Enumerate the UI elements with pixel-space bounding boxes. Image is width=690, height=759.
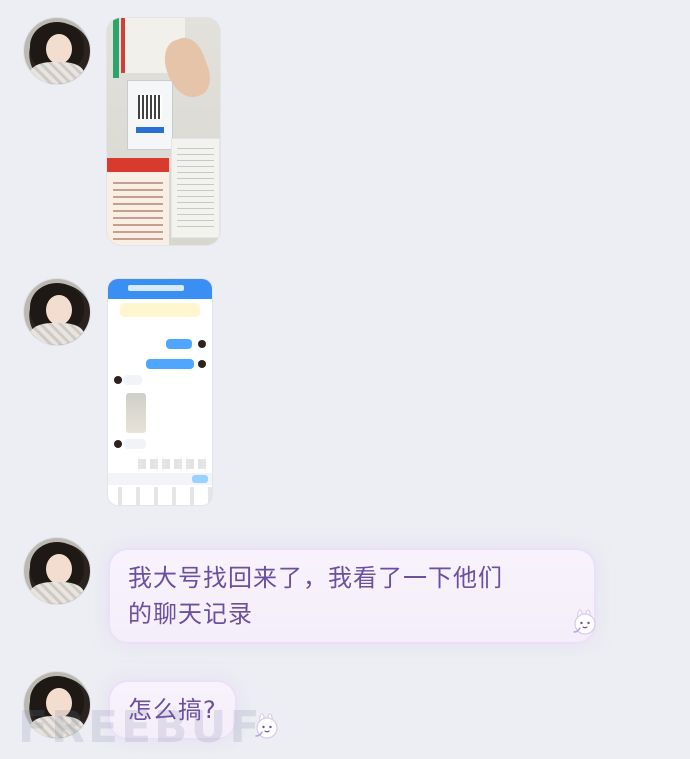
screenshot-mini-avatar bbox=[198, 340, 206, 348]
bunny-sticker-icon bbox=[568, 604, 602, 638]
avatar[interactable] bbox=[24, 279, 90, 345]
avatar-face bbox=[46, 688, 72, 718]
screenshot-bubble-gray bbox=[124, 439, 146, 449]
avatar-scarf bbox=[30, 582, 84, 604]
photo-red-poster bbox=[107, 158, 169, 245]
avatar[interactable] bbox=[24, 538, 90, 604]
message-text-line: 的聊天记录 bbox=[128, 600, 253, 628]
message-text-line: 我大号找回来了，我看了一下他们 bbox=[128, 564, 503, 592]
photo-red-poster-lines bbox=[113, 182, 163, 245]
photo-qr-card bbox=[127, 80, 173, 150]
text-message-bubble[interactable]: 怎么搞? bbox=[110, 682, 235, 738]
photo-paper-lines bbox=[177, 148, 214, 228]
message-text: 怎么搞? bbox=[128, 696, 217, 724]
qr-bar bbox=[136, 127, 164, 133]
screenshot-mini-avatar bbox=[114, 440, 122, 448]
photo-paper bbox=[171, 138, 220, 238]
screenshot-bubble-gray bbox=[124, 375, 142, 385]
avatar-face bbox=[46, 295, 72, 325]
screenshot-mini-avatar bbox=[198, 360, 206, 368]
photo-green-strip bbox=[113, 18, 119, 78]
qr-code-icon bbox=[138, 95, 162, 119]
avatar-face bbox=[46, 34, 72, 64]
screenshot-toolbar bbox=[108, 487, 212, 505]
screenshot-mini-photo bbox=[126, 393, 146, 433]
avatar-scarf bbox=[30, 323, 84, 345]
screenshot-yellow-field bbox=[120, 303, 200, 317]
screenshot-bubble-blue bbox=[166, 339, 192, 349]
bunny-sticker-icon bbox=[250, 708, 284, 742]
avatar-face bbox=[46, 554, 72, 584]
avatar[interactable] bbox=[24, 18, 90, 84]
screenshot-bubble-blue bbox=[146, 359, 194, 369]
avatar[interactable] bbox=[24, 672, 90, 738]
chat-view: 我大号找回来了，我看了一下他们 的聊天记录 怎么搞? F bbox=[0, 0, 690, 759]
screenshot-mini-avatar bbox=[114, 376, 122, 384]
screenshot-sticker-row bbox=[138, 459, 208, 469]
text-message-bubble[interactable]: 我大号找回来了，我看了一下他们 的聊天记录 bbox=[110, 550, 594, 642]
photo-message[interactable] bbox=[107, 18, 220, 245]
avatar-scarf bbox=[30, 716, 84, 738]
screenshot-title-placeholder bbox=[128, 285, 184, 291]
screenshot-send-button bbox=[192, 475, 208, 483]
avatar-scarf bbox=[30, 62, 84, 84]
screenshot-topbar bbox=[108, 279, 212, 299]
chat-screenshot-message[interactable] bbox=[108, 279, 212, 505]
